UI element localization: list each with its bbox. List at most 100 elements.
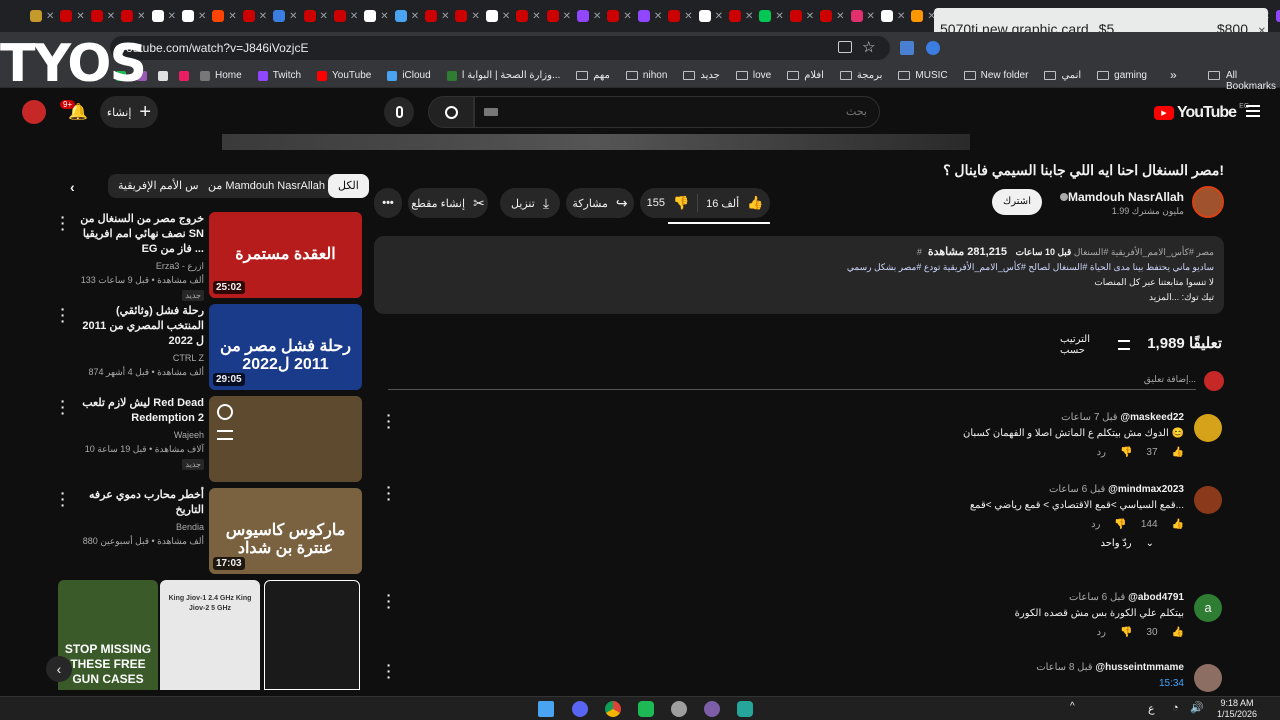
- app-icon-1[interactable]: [638, 701, 654, 717]
- tab-close-icon[interactable]: ✕: [107, 11, 115, 22]
- url-field[interactable]: youtube.com/watch?v=J846iVozjcE: [110, 36, 890, 60]
- browser-tab-favicon-icon[interactable]: [880, 10, 893, 22]
- tab-close-icon[interactable]: ✕: [775, 11, 783, 22]
- bookmark-shortcut-icon[interactable]: [179, 70, 189, 81]
- browser-tab-favicon-icon[interactable]: [30, 10, 42, 22]
- browser-tab-favicon-icon[interactable]: [637, 10, 650, 22]
- browser-tab-favicon-icon[interactable]: [425, 10, 438, 22]
- tab-close-icon[interactable]: ✕: [320, 11, 328, 22]
- clip-button[interactable]: إنشاء مقطع ✂: [408, 188, 488, 218]
- tab-close-icon[interactable]: ✕: [46, 11, 54, 22]
- browser-tab-favicon-icon[interactable]: [151, 10, 164, 22]
- keyboard-icon[interactable]: [484, 108, 498, 116]
- description-box[interactable]: #مصر #كأس_الامم_الأفريقية #السنغال قبل 1…: [374, 236, 1224, 314]
- browser-tab-favicon-icon[interactable]: [546, 10, 559, 22]
- tab-close-icon[interactable]: ✕: [259, 11, 267, 22]
- discord-icon[interactable]: [572, 701, 588, 717]
- like-icon[interactable]: 👍: [747, 195, 763, 211]
- browser-tab-favicon-icon[interactable]: [333, 10, 346, 22]
- tab-close-icon[interactable]: ✕: [532, 11, 540, 22]
- short-thumbnail[interactable]: [264, 580, 360, 690]
- tab-close-icon[interactable]: ✕: [380, 11, 388, 22]
- bookmark-item[interactable]: جديد: [683, 70, 720, 81]
- bookmark-item[interactable]: افلام: [787, 70, 824, 81]
- tab-close-icon[interactable]: ✕: [471, 11, 479, 22]
- related-video-info[interactable]: (وثائقي) رحلة فشل المنتخب المصري من 2011…: [76, 304, 204, 379]
- chip-from-channel[interactable]: من Mamdouh NasrAllah: [198, 174, 335, 198]
- sort-button[interactable]: الترتيب حسب: [1040, 334, 1130, 356]
- bookmark-item[interactable]: وزارة الصحة | البوابة ا...: [446, 70, 560, 81]
- related-menu-icon[interactable]: · · ·: [58, 394, 68, 420]
- bookmark-item[interactable]: love: [735, 70, 771, 81]
- comment-avatar[interactable]: [1194, 414, 1222, 442]
- bookmark-item[interactable]: gaming: [1097, 70, 1147, 81]
- tab-close-icon[interactable]: ✕: [563, 11, 571, 22]
- related-channel[interactable]: Erza3 - ازرع: [76, 259, 204, 273]
- related-channel[interactable]: Bendia: [76, 520, 204, 534]
- tab-close-icon[interactable]: ✕: [897, 11, 905, 22]
- share-button[interactable]: مشاركة ↪: [566, 188, 634, 218]
- related-thumbnail[interactable]: ماركوس كاسيوس عنترة بن شداد 17:03: [209, 488, 362, 574]
- like-icon[interactable]: 👍: [1172, 519, 1184, 530]
- dislike-icon[interactable]: 👎: [1120, 627, 1132, 638]
- bookmark-item[interactable]: Home: [200, 70, 242, 81]
- bookmark-item[interactable]: MUSIC: [898, 70, 948, 81]
- browser-tab-favicon-icon[interactable]: [607, 10, 620, 22]
- chip-all[interactable]: الكل: [328, 174, 369, 198]
- reply-button[interactable]: رد: [1097, 627, 1106, 638]
- tab-close-icon[interactable]: ✕: [350, 11, 358, 22]
- tab-close-icon[interactable]: ✕: [228, 11, 236, 22]
- browser-tab-favicon-icon[interactable]: [789, 10, 802, 22]
- reply-button[interactable]: رد: [1097, 447, 1106, 458]
- browser-tab-favicon-icon[interactable]: [728, 10, 741, 22]
- tab-close-icon[interactable]: ✕: [745, 11, 753, 22]
- tab-close-icon[interactable]: ✕: [623, 11, 631, 22]
- tab-close-icon[interactable]: ✕: [289, 11, 297, 22]
- browser-tab-favicon-icon[interactable]: [273, 10, 286, 22]
- subscribe-button[interactable]: اشترك: [992, 189, 1042, 215]
- bookmark-item[interactable]: YouTube: [317, 70, 371, 81]
- wifi-icon[interactable]: ◔: [1172, 702, 1179, 714]
- bookmark-star-icon[interactable]: ☆: [862, 38, 875, 56]
- tab-close-icon[interactable]: ✕: [411, 11, 419, 22]
- browser-tab-favicon-icon[interactable]: [60, 10, 73, 22]
- tab-close-icon[interactable]: ✕: [593, 11, 601, 22]
- dislike-icon[interactable]: 👎: [673, 195, 689, 211]
- browser-tab-favicon-icon[interactable]: [485, 10, 498, 22]
- bookmark-item[interactable]: nihon: [625, 70, 667, 81]
- browser-tab-favicon-icon[interactable]: [394, 10, 407, 22]
- bookmark-item[interactable]: iCloud: [387, 70, 431, 81]
- extensions-icon[interactable]: [926, 41, 940, 55]
- related-menu-icon[interactable]: · · ·: [58, 486, 68, 512]
- install-icon[interactable]: [838, 41, 852, 53]
- youtube-logo[interactable]: ▶ YouTube EG: [1154, 103, 1249, 122]
- channel-avatar[interactable]: [1192, 186, 1224, 218]
- dislike-icon[interactable]: 👎: [1114, 519, 1126, 530]
- chrome-icon[interactable]: [605, 701, 621, 717]
- browser-tab-favicon-icon[interactable]: [516, 10, 529, 22]
- search-input[interactable]: [474, 96, 880, 128]
- replies-toggle[interactable]: ردّ واحد ⌄: [900, 538, 1184, 549]
- tab-close-icon[interactable]: ✕: [867, 11, 875, 22]
- related-channel[interactable]: Wajeeh: [76, 428, 204, 442]
- tab-close-icon[interactable]: ✕: [198, 11, 206, 22]
- comment-menu-icon[interactable]: · · ·: [384, 408, 394, 434]
- short-thumbnail[interactable]: STOP MISSING THESE FREE GUN CASES: [58, 580, 158, 690]
- bookmark-item[interactable]: New folder: [963, 70, 1028, 81]
- browser-tab-favicon-icon[interactable]: [577, 10, 590, 22]
- browser-tab-favicon-icon[interactable]: [698, 10, 711, 22]
- chip-scroll-left[interactable]: ‹: [70, 179, 75, 195]
- reply-button[interactable]: رد: [1091, 519, 1100, 530]
- browser-tab-favicon-icon[interactable]: [90, 10, 103, 22]
- search-button[interactable]: [428, 96, 474, 128]
- related-channel[interactable]: CTRL Z: [76, 351, 204, 365]
- windows-start-icon[interactable]: [538, 701, 554, 717]
- dislike-icon[interactable]: 👎: [1120, 447, 1132, 458]
- shorts-scroll-left[interactable]: ‹: [46, 656, 72, 682]
- tab-close-icon[interactable]: ✕: [502, 11, 510, 22]
- create-button[interactable]: إنشاء +: [100, 96, 158, 128]
- browser-tab-favicon-icon[interactable]: [1276, 10, 1280, 22]
- app-icon-4[interactable]: [737, 701, 753, 717]
- tab-close-icon[interactable]: ✕: [715, 11, 723, 22]
- comment-avatar[interactable]: [1194, 664, 1222, 692]
